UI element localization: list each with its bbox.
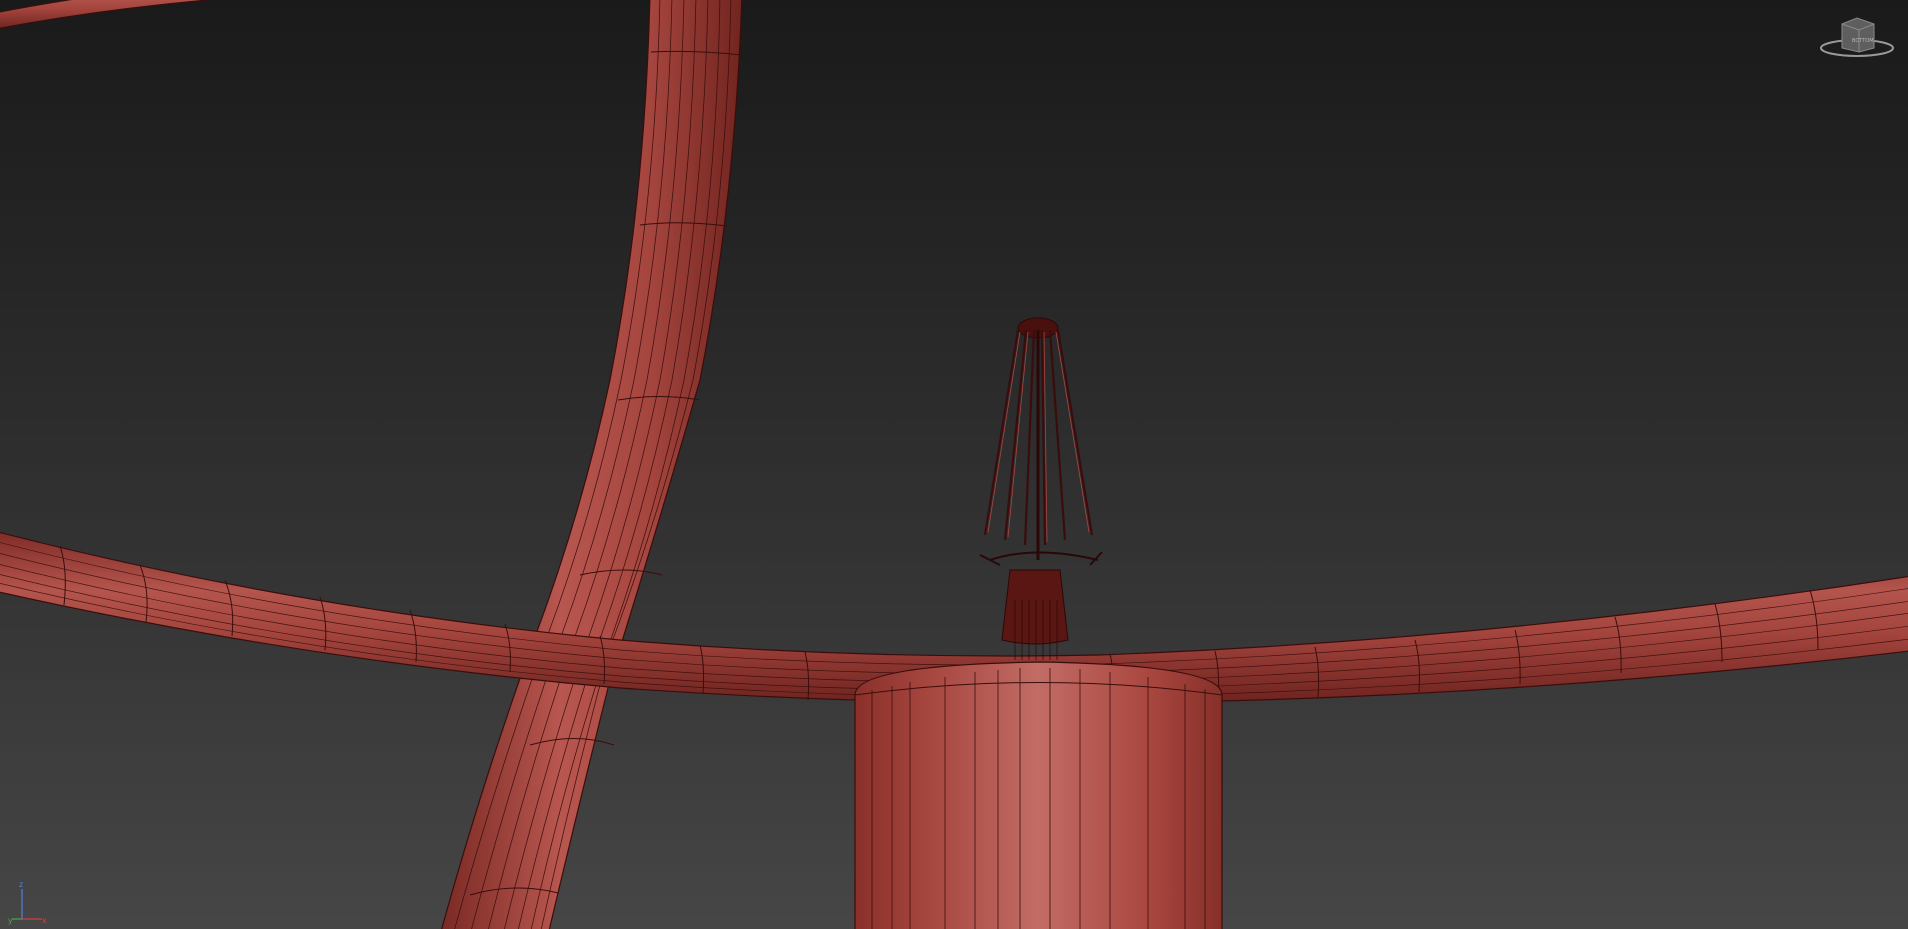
axis-tripod-icon bbox=[12, 889, 42, 920]
curved-arc-tube bbox=[441, 0, 743, 929]
viewcube-icon bbox=[1841, 17, 1875, 53]
filament-bulb bbox=[983, 317, 1094, 560]
lamp-socket bbox=[979, 551, 1103, 660]
z-axis-label: z bbox=[19, 880, 23, 889]
x-axis-label: x bbox=[42, 916, 47, 925]
y-axis-label: y bbox=[8, 916, 13, 925]
base-cylinder bbox=[854, 661, 1223, 929]
top-ring-segment bbox=[0, 0, 213, 29]
viewcube[interactable]: BOTTOM bbox=[1814, 8, 1900, 64]
scene-canvas[interactable] bbox=[0, 0, 1908, 929]
axis-tripod: z x y bbox=[6, 879, 48, 925]
3d-viewport[interactable]: BOTTOM z x y bbox=[0, 0, 1908, 929]
viewcube-face-label: BOTTOM bbox=[1852, 38, 1874, 44]
